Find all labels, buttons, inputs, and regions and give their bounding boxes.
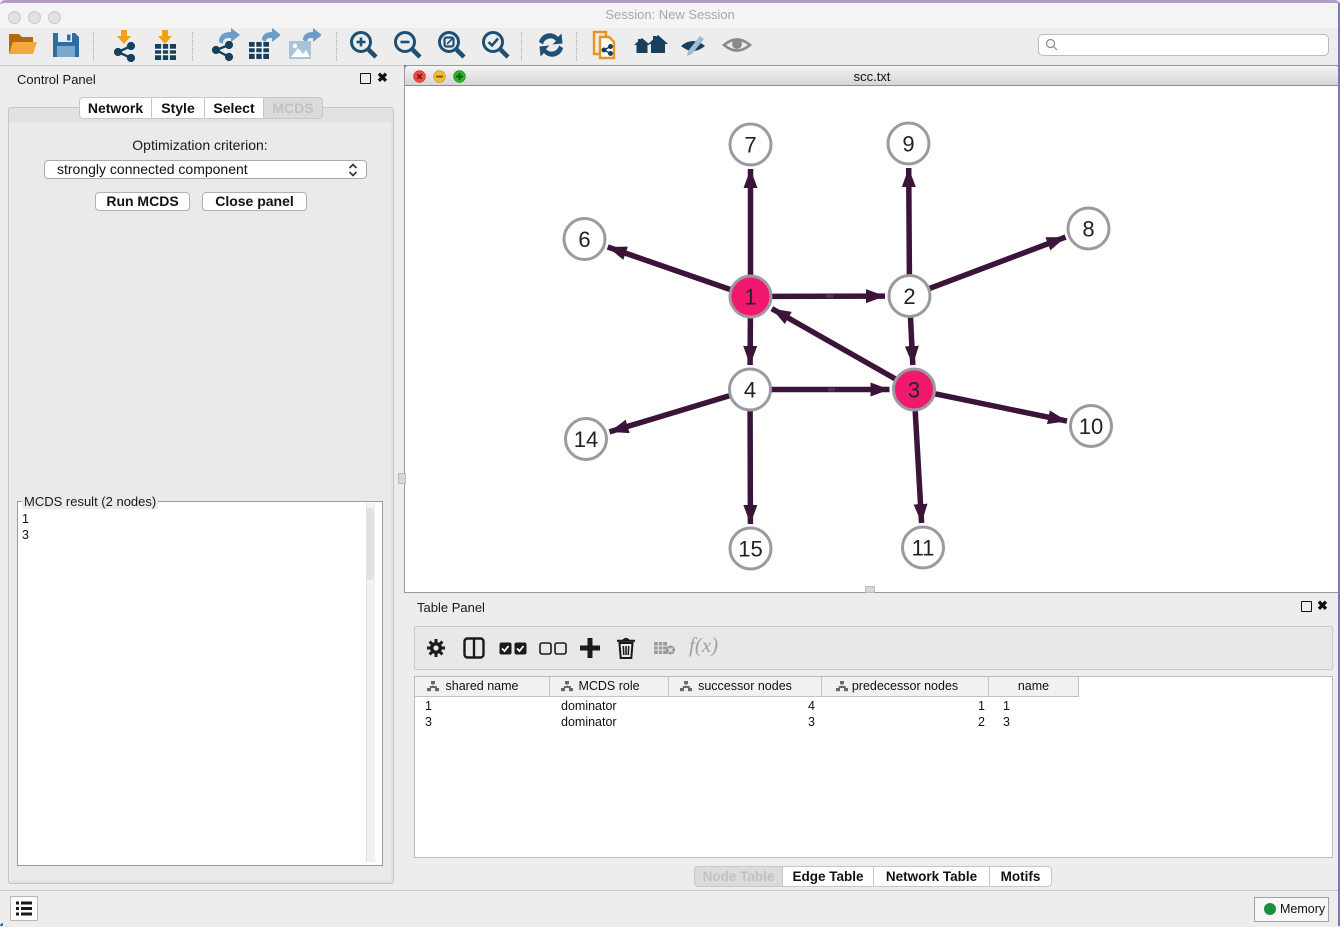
svg-text:7: 7: [744, 133, 756, 158]
svg-text:10: 10: [1079, 414, 1103, 439]
svg-text:15: 15: [738, 537, 762, 562]
svg-text:9: 9: [902, 132, 914, 157]
svg-text:6: 6: [578, 227, 590, 252]
svg-text:2: 2: [903, 284, 915, 309]
svg-text:11: 11: [912, 536, 935, 561]
svg-text:14: 14: [574, 427, 598, 452]
svg-text:4: 4: [744, 378, 756, 403]
svg-text:3: 3: [908, 378, 920, 403]
svg-text:1: 1: [744, 285, 756, 310]
svg-text:8: 8: [1082, 217, 1094, 242]
